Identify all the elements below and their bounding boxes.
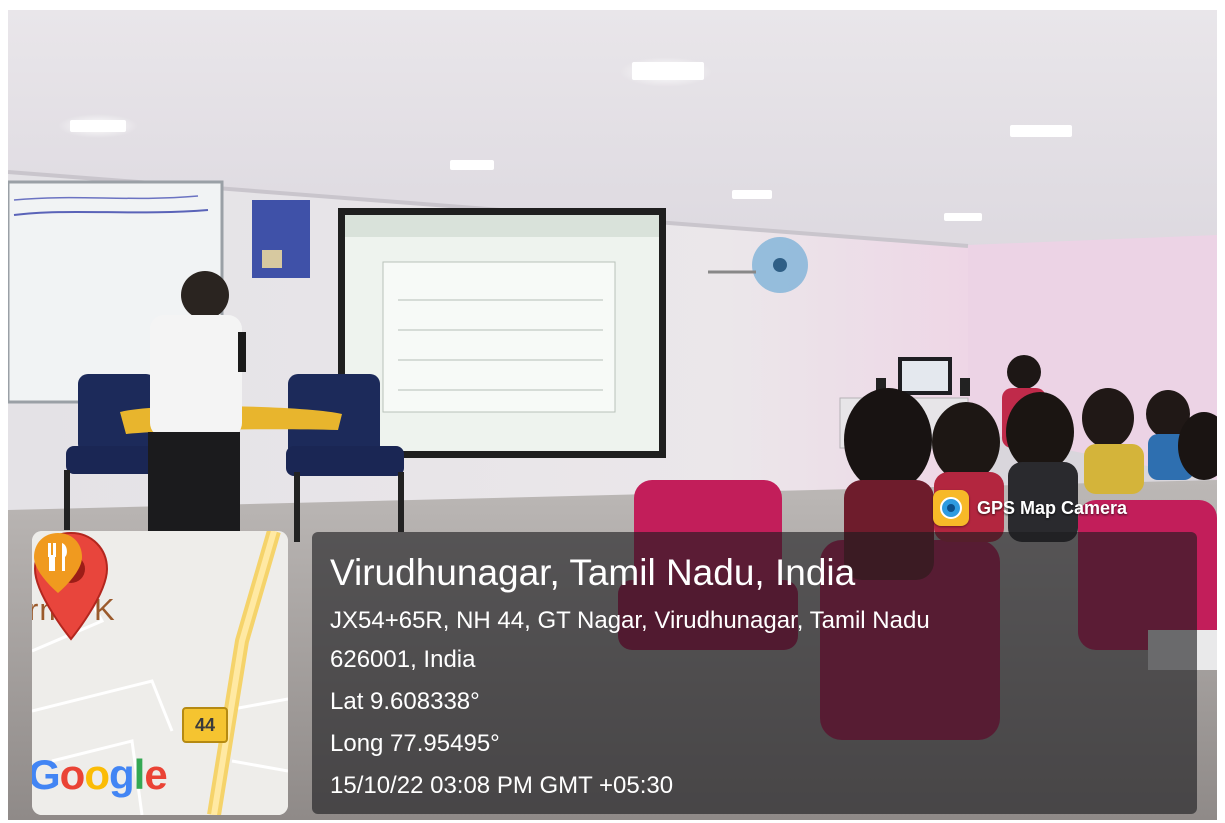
app-name-label: GPS Map Camera [977, 497, 1128, 518]
camera-icon [933, 490, 969, 526]
place-title: Virudhunagar, Tamil Nadu, India [330, 552, 856, 593]
photo-frame: GPS Map Camera rma K 44 Google [8, 10, 1217, 820]
latitude-text: Lat 9.608338° [330, 688, 480, 715]
location-overlay: Virudhunagar, Tamil Nadu, India JX54+65R… [312, 532, 1197, 814]
address-line-1: JX54+65R, NH 44, GT Nagar, Virudhunagar,… [330, 607, 930, 634]
longitude-text: Long 77.95495° [330, 730, 500, 757]
address-line-2: 626001, India [330, 646, 476, 673]
restaurant-icon [34, 533, 82, 593]
gps-map-camera-badge: GPS Map Camera [933, 488, 1127, 528]
google-logo: Google [32, 751, 168, 798]
route-shield: 44 [182, 707, 228, 743]
mini-map: rma K 44 Google [32, 531, 288, 815]
timestamp-text: 15/10/22 03:08 PM GMT +05:30 [330, 772, 674, 799]
